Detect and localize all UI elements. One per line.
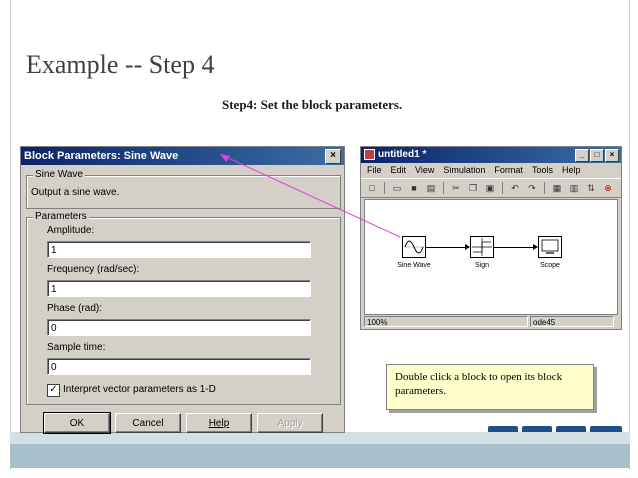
instruction-note: Double click a block to open its block p… xyxy=(386,364,594,410)
